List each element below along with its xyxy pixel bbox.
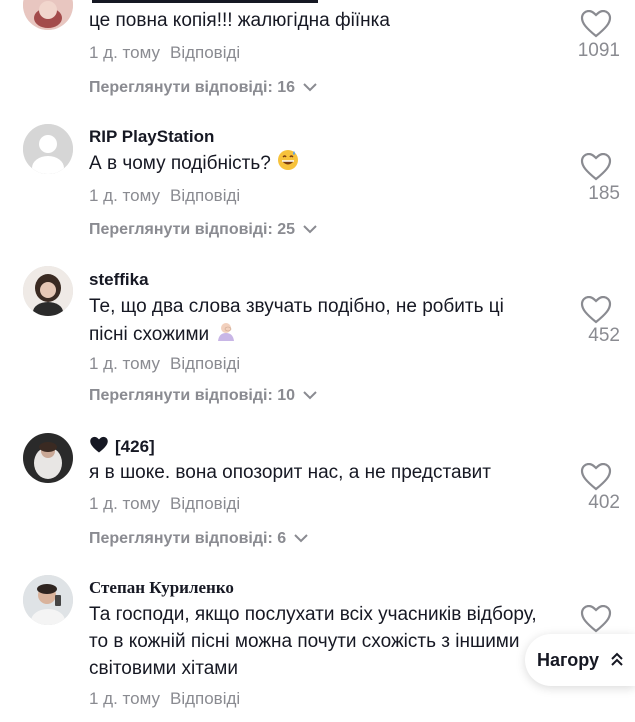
view-replies-label: Переглянути відповіді: 16 bbox=[89, 79, 296, 96]
comment-text-content: Те, що два слова звучать подібно, не роб… bbox=[89, 296, 504, 346]
view-replies-button[interactable]: Переглянути відповіді: 10 bbox=[89, 387, 317, 405]
comment-username[interactable]: RIP PlayStation bbox=[89, 127, 214, 147]
avatar[interactable] bbox=[23, 433, 73, 483]
facepalm-emoji bbox=[215, 320, 237, 350]
heart-outline-icon[interactable] bbox=[580, 462, 612, 491]
top-divider bbox=[92, 0, 318, 3]
reply-button[interactable]: Відповіді bbox=[170, 354, 240, 373]
chevron-down-icon bbox=[294, 530, 308, 548]
view-replies-button[interactable]: Переглянути відповіді: 16 bbox=[89, 79, 317, 97]
avatar[interactable] bbox=[23, 124, 73, 174]
reply-button[interactable]: Відповіді bbox=[170, 689, 240, 708]
reply-button[interactable]: Відповіді bbox=[170, 43, 240, 62]
chevron-down-icon bbox=[303, 221, 317, 239]
view-replies-label: Переглянути відповіді: 10 bbox=[89, 387, 296, 404]
comment-meta: 1 д. тому Відповіді bbox=[89, 494, 240, 514]
comment-username-text: [426] bbox=[115, 436, 155, 456]
comment-time: 1 д. тому bbox=[89, 354, 160, 373]
comment-text: Та господи, якщо послухати всіх учасникі… bbox=[89, 604, 537, 679]
comment-time: 1 д. тому bbox=[89, 494, 160, 513]
avatar[interactable] bbox=[23, 0, 73, 30]
chevron-down-icon bbox=[303, 79, 317, 97]
grinning-sweat-emoji bbox=[277, 149, 299, 179]
reply-button[interactable]: Відповіді bbox=[170, 494, 240, 513]
comment-username[interactable]: [426] bbox=[89, 436, 155, 459]
heart-outline-icon[interactable] bbox=[580, 152, 612, 181]
comment-meta: 1 д. тому Відповіді bbox=[89, 689, 240, 709]
chevron-down-icon bbox=[303, 387, 317, 405]
comment-time: 1 д. тому bbox=[89, 186, 160, 205]
comment-time: 1 д. тому bbox=[89, 43, 160, 62]
reply-button[interactable]: Відповіді bbox=[170, 186, 240, 205]
comment-text: Те, що два слова звучать подібно, не роб… bbox=[89, 293, 539, 350]
comment-time: 1 д. тому bbox=[89, 689, 160, 708]
like-count: 1091 bbox=[577, 40, 620, 61]
comment-meta: 1 д. тому Відповіді bbox=[89, 354, 240, 374]
heart-outline-icon[interactable] bbox=[580, 295, 612, 324]
comment-meta: 1 д. тому Відповіді bbox=[89, 186, 240, 206]
double-chevron-up-icon bbox=[611, 650, 623, 671]
avatar[interactable] bbox=[23, 266, 73, 316]
comment-username[interactable]: Степан Куриленко bbox=[89, 578, 234, 598]
view-replies-button[interactable]: Переглянути відповіді: 6 bbox=[89, 530, 308, 548]
view-replies-label: Переглянути відповіді: 25 bbox=[89, 221, 296, 238]
like-count: 402 bbox=[588, 492, 620, 513]
back-to-top-label: Нагору bbox=[536, 649, 600, 670]
black-heart-icon bbox=[89, 436, 109, 459]
view-replies-label: Переглянути відповіді: 6 bbox=[89, 530, 287, 547]
comment-text: це повна копія!!! жалюгідна фіїнка bbox=[89, 10, 390, 31]
heart-outline-icon[interactable] bbox=[580, 9, 612, 38]
view-replies-button[interactable]: Переглянути відповіді: 25 bbox=[89, 221, 317, 239]
back-to-top-button[interactable]: Нагору bbox=[525, 634, 635, 686]
comment-text: я в шоке. вона опозорит нас, а не предст… bbox=[89, 462, 491, 483]
like-count: 185 bbox=[588, 183, 620, 204]
comment-text-content: А в чому подібність? bbox=[89, 153, 271, 175]
like-count: 452 bbox=[588, 325, 620, 346]
comment-text: А в чому подібність? bbox=[89, 149, 539, 179]
heart-outline-icon[interactable] bbox=[580, 604, 612, 633]
comment-username[interactable]: steffika bbox=[89, 270, 149, 290]
avatar[interactable] bbox=[23, 575, 73, 625]
comment-meta: 1 д. тому Відповіді bbox=[89, 43, 240, 63]
